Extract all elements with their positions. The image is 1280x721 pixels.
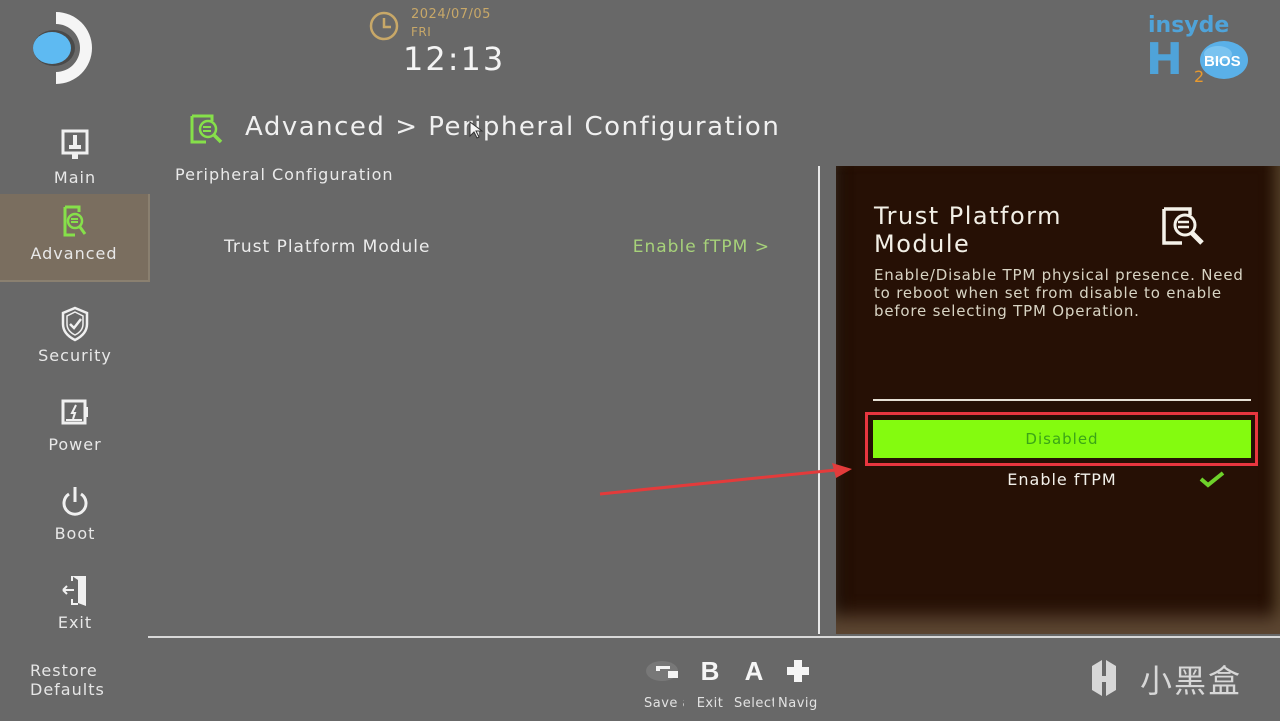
hint-label: Save and [644, 696, 684, 711]
mouse-cursor-icon [469, 121, 484, 139]
vendor-logo [33, 12, 92, 84]
sidebar-item-label: Power [48, 435, 102, 454]
help-panel-divider [873, 399, 1251, 401]
time-display: 12:13 [403, 40, 506, 78]
b-key-icon: B [700, 655, 720, 686]
option-disabled[interactable]: Disabled [873, 420, 1251, 458]
door-exit-icon [62, 576, 86, 606]
sidebar-item-label: Exit [57, 613, 93, 632]
restore-defaults-button[interactable]: Restore Defaults [30, 661, 105, 699]
sidebar-item-power[interactable]: Power [0, 385, 150, 473]
breadcrumb: Advanced > Peripheral Configuration [245, 112, 781, 142]
a-key-icon: A [744, 655, 764, 686]
sidebar-item-exit[interactable]: Exit [0, 563, 150, 651]
checkmark-icon [1199, 471, 1225, 488]
hint-label: Navigation [778, 696, 818, 711]
sidebar-item-label: Advanced [30, 244, 118, 263]
option-enable-ftpm[interactable]: Enable fTPM [873, 466, 1251, 492]
help-panel-title: Trust Platform Module [874, 202, 1062, 258]
setting-label: Trust Platform Module [224, 237, 431, 257]
key-hints: Save and B Exit A Select Navigation [640, 656, 830, 712]
restore-defaults-line1: Restore [30, 661, 98, 680]
dpad-icon [787, 660, 809, 682]
shield-check-icon [61, 306, 89, 342]
sidebar-item-security[interactable]: Security [0, 296, 150, 384]
section-title: Peripheral Configuration [175, 165, 394, 184]
annotation-arrow-icon [599, 463, 852, 496]
hint-label: Select [734, 696, 774, 711]
document-search-icon [1162, 207, 1204, 245]
help-panel-title-line2: Module [874, 230, 971, 258]
toggle-icon [646, 661, 678, 681]
hint-exit[interactable]: B Exit [690, 655, 730, 712]
battery-bolt-icon [61, 399, 88, 425]
power-icon [62, 487, 88, 516]
document-search-icon [190, 114, 223, 144]
help-panel-title-line1: Trust Platform [874, 202, 1062, 230]
monitor-icon [61, 129, 89, 159]
content-divider [818, 166, 820, 634]
sidebar-item-label: Security [38, 346, 112, 365]
sidebar-item-label: Main [53, 168, 97, 187]
hint-select[interactable]: A Select [734, 655, 774, 712]
help-panel-description: Enable/Disable TPM physical presence. Ne… [874, 266, 1244, 320]
restore-defaults-line2: Defaults [30, 680, 105, 699]
sidebar-item-advanced[interactable]: Advanced [0, 194, 150, 282]
watermark-text: 小黑盒 [1140, 662, 1243, 700]
hint-label: Exit [696, 696, 724, 711]
setting-trust-platform-module[interactable]: Trust Platform Module Enable fTPM > [224, 235, 784, 261]
svg-text:H: H [1146, 34, 1183, 84]
sidebar-item-boot[interactable]: Boot [0, 474, 150, 562]
hint-save-and-exit[interactable]: Save and [644, 656, 684, 711]
svg-text:2: 2 [1194, 67, 1204, 84]
insyde-h2o-bios-logo: insyde H BIOS 2 [1146, 13, 1248, 84]
setting-value: Enable fTPM > [632, 237, 770, 257]
clock-icon [369, 11, 399, 41]
document-search-icon [63, 205, 87, 237]
sidebar-item-label: Boot [54, 524, 96, 543]
date-display: 2024/07/05 [411, 7, 491, 22]
day-display: FRI [411, 25, 432, 39]
svg-text:BIOS: BIOS [1204, 53, 1241, 70]
sidebar-item-main[interactable]: Main [0, 118, 150, 206]
footer-divider [148, 636, 1280, 638]
hint-navigation[interactable]: Navigation [778, 656, 818, 711]
